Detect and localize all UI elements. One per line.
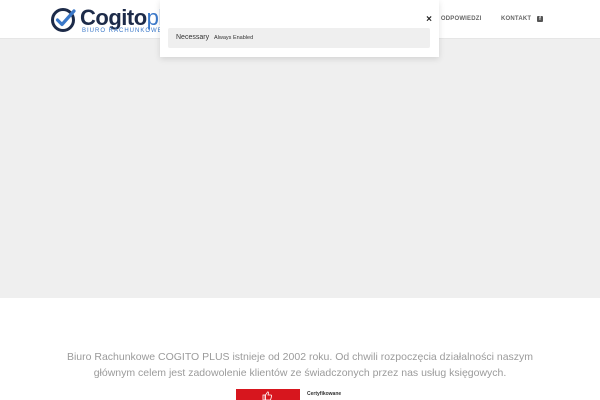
cookie-consent-panel: × Necessary Always Enabled <box>160 0 439 57</box>
necessary-cookies-row[interactable]: Necessary Always Enabled <box>168 28 430 48</box>
certification-label: Certyfikowane <box>307 391 342 397</box>
certification-badge <box>236 389 300 400</box>
necessary-cookies-title: Necessary <box>176 34 210 41</box>
thumb-icon <box>262 391 272 400</box>
checkmark-logo-icon <box>51 8 76 32</box>
logo-tagline: BIURO RACHUNKOWE <box>82 28 163 34</box>
intro-text: Biuro Rachunkowe COGITO PLUS istnieje od… <box>66 351 534 379</box>
nav-item-contact[interactable]: KONTAKT <box>501 16 531 22</box>
hero-banner <box>0 39 600 298</box>
close-icon[interactable]: × <box>424 15 434 25</box>
facebook-icon[interactable]: f <box>537 16 543 22</box>
necessary-cookies-status: Always Enabled <box>214 35 254 41</box>
logo-word-main: Cogito <box>80 5 147 30</box>
